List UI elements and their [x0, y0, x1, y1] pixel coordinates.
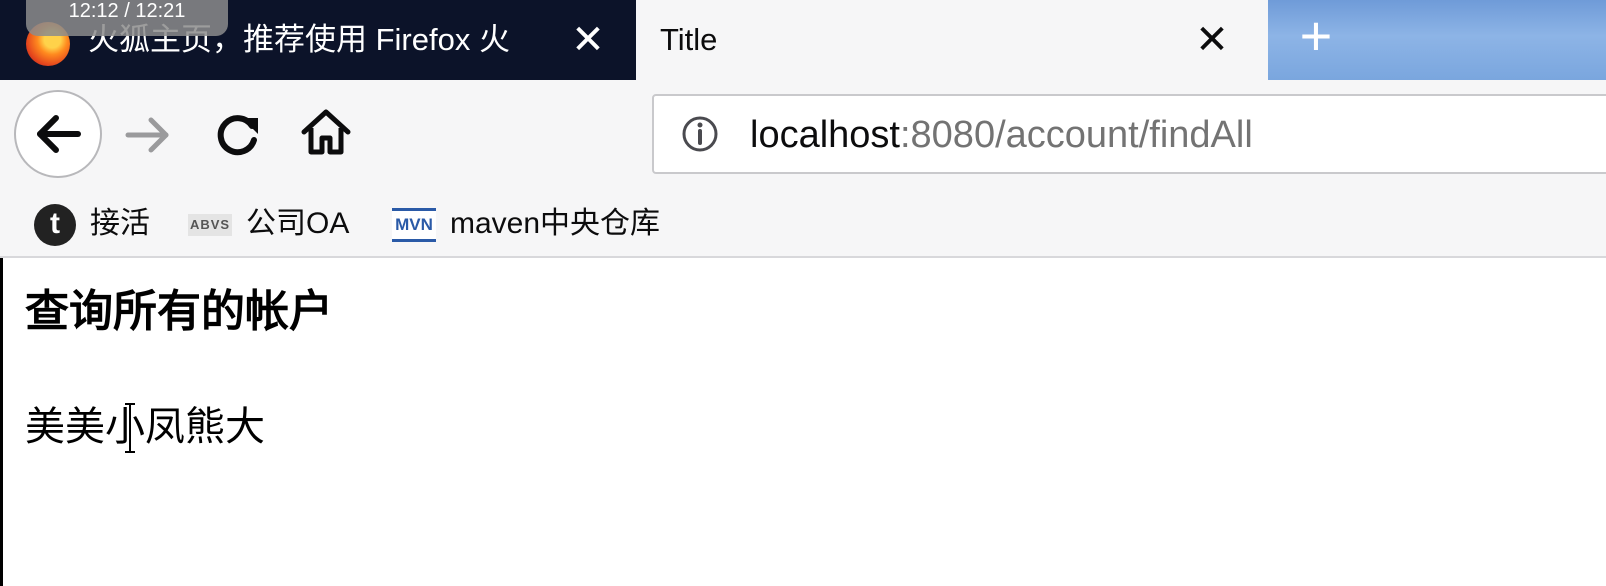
bookmark-jiehuo[interactable]: t 接活	[34, 202, 164, 246]
tab-close-icon[interactable]: ✕	[566, 18, 610, 62]
new-tab-button[interactable]: +	[1288, 8, 1344, 64]
t-circle-icon: t	[34, 204, 78, 246]
tab-close-icon[interactable]: ✕	[1190, 18, 1234, 62]
site-info-icon[interactable]	[680, 114, 720, 154]
bookmark-company-oa[interactable]: ABVS 公司OA	[188, 202, 368, 246]
bookmark-label: 公司OA	[246, 207, 350, 240]
text-cursor-icon	[125, 403, 135, 453]
reload-button[interactable]	[212, 108, 264, 160]
bookmark-label: maven中央仓库	[450, 207, 661, 240]
bookmark-label: 接活	[90, 207, 150, 240]
tab-strip-background: +	[1268, 0, 1606, 80]
home-button[interactable]	[300, 106, 352, 158]
video-time-overlay: 12:12 / 12:21	[26, 0, 228, 36]
tab-title-active[interactable]: Title ✕	[636, 0, 1268, 80]
back-button[interactable]	[14, 90, 102, 178]
mvn-icon: MVN	[392, 204, 436, 244]
page-content: 查询所有的帐户 美美小凤熊大	[0, 258, 1606, 586]
navigation-toolbar: localhost:8080/account/findAll	[0, 80, 1606, 190]
reload-icon	[217, 115, 258, 156]
page-title: 查询所有的帐户	[25, 287, 333, 336]
tab-title: Title	[660, 22, 718, 57]
tab-strip: 火狐主页，推荐使用 Firefox 火 ✕ Title ✕ + 12:12 / …	[0, 0, 1606, 80]
account-names-text: 美美小凤熊大	[25, 405, 265, 449]
arrow-left-icon	[37, 115, 81, 153]
url-bar[interactable]: localhost:8080/account/findAll	[652, 94, 1606, 174]
bookmarks-toolbar: t 接活 ABVS 公司OA MVN maven中央仓库	[0, 190, 1606, 258]
home-icon	[301, 109, 351, 155]
abvs-icon: ABVS	[188, 204, 232, 244]
url-host: localhost	[750, 114, 900, 156]
forward-button[interactable]	[122, 110, 172, 160]
url-path: :8080/account/findAll	[899, 114, 1253, 156]
arrow-right-icon	[125, 117, 169, 153]
url-text[interactable]: localhost:8080/account/findAll	[750, 110, 1253, 160]
bookmark-maven-central[interactable]: MVN maven中央仓库	[392, 202, 712, 246]
